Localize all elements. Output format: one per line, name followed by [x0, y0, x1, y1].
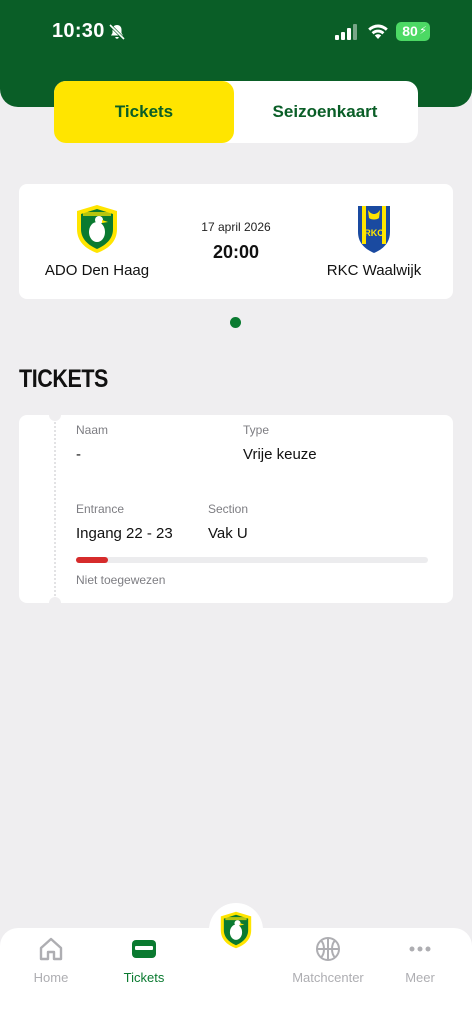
tab-tickets[interactable]: Tickets	[99, 936, 189, 985]
tab-tickets-label: Tickets	[123, 970, 165, 985]
tab-more-label: Meer	[405, 970, 435, 985]
ado-den-haag-logo-icon	[220, 911, 252, 949]
battery-indicator: 80 ⚡	[396, 22, 430, 41]
rkc-waalwijk-crest-icon: RKC	[358, 206, 390, 253]
more-dots-icon	[409, 946, 431, 952]
section-value: Vak U	[208, 525, 248, 542]
tab-matchcenter-label: Matchcenter	[292, 970, 364, 985]
cellular-signal-icon	[335, 24, 357, 40]
svg-text:RKC: RKC	[364, 228, 384, 238]
ticket-wallet-icon	[132, 940, 156, 958]
type-value: Vrije keuze	[243, 446, 317, 463]
home-team: ADO Den Haag	[32, 204, 162, 279]
tab-home-label: Home	[33, 970, 69, 985]
tab-home[interactable]: Home	[6, 936, 96, 985]
away-team-name: RKC Waalwijk	[326, 262, 422, 279]
carousel-page-indicator	[230, 317, 241, 328]
tickets-section-title: TICKETS	[19, 365, 108, 393]
ado-den-haag-crest-icon	[77, 205, 117, 253]
entrance-label: Entrance	[76, 502, 125, 516]
status-bar: 10:30 80 ⚡	[0, 0, 472, 64]
bell-muted-icon	[108, 23, 126, 41]
type-label: Type	[243, 423, 270, 437]
battery-level: 80	[402, 23, 418, 39]
charging-bolt-icon: ⚡	[419, 25, 427, 37]
ticket-notch	[49, 597, 61, 603]
tab-matchcenter[interactable]: Matchcenter	[283, 936, 373, 985]
view-segmented-control: Tickets Seizoenkaart	[54, 81, 418, 143]
name-label: Naam	[76, 423, 109, 437]
match-card[interactable]: ADO Den Haag 17 april 2026 20:00 RKC RKC…	[19, 184, 453, 299]
ball-icon	[316, 937, 340, 961]
ticket-notch	[49, 415, 61, 421]
match-date: 17 april 2026	[201, 220, 271, 234]
assignment-status: Niet toegewezen	[76, 573, 166, 587]
match-time: 20:00	[212, 242, 260, 262]
status-time: 10:30	[52, 20, 105, 42]
entrance-value: Ingang 22 - 23	[76, 525, 173, 542]
home-team-name: ADO Den Haag	[44, 262, 150, 279]
ticket-card[interactable]: Naam - Type Vrije keuze Entrance Ingang …	[19, 415, 453, 603]
wifi-icon	[368, 24, 388, 39]
tickets-segment-button[interactable]: Tickets	[54, 81, 234, 143]
assignment-progress-bar	[76, 557, 428, 563]
home-icon	[39, 937, 63, 961]
season-card-segment-button[interactable]: Seizoenkaart	[235, 81, 415, 143]
assignment-progress-fill	[76, 557, 108, 563]
name-value: -	[76, 446, 81, 463]
tab-more[interactable]: Meer	[375, 936, 465, 985]
ticket-perforation	[54, 415, 56, 603]
club-logo-button[interactable]	[209, 903, 263, 957]
section-label: Section	[208, 502, 249, 516]
away-team: RKC RKC Waalwijk	[309, 204, 439, 279]
